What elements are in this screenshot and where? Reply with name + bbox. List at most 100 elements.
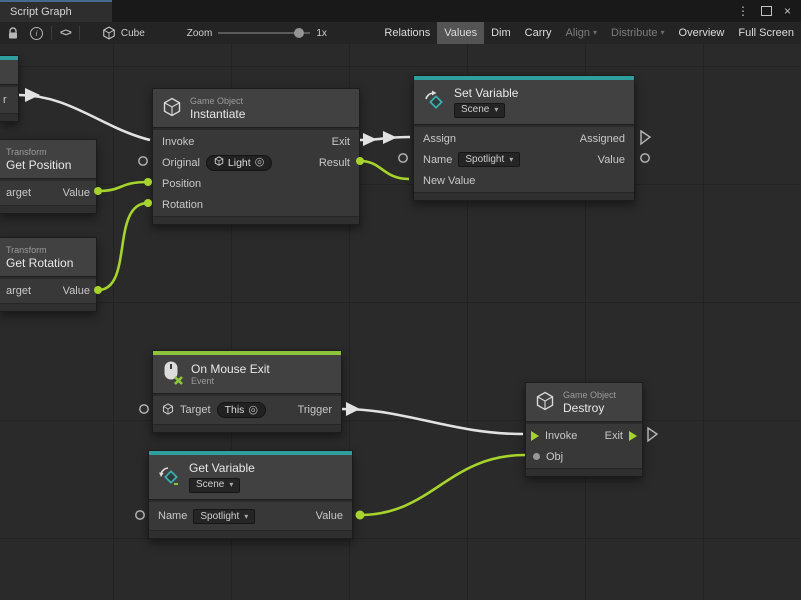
toolbar-button-fullscreen[interactable]: Full Screen [731, 22, 801, 44]
dropdown-value: Scene [196, 480, 224, 490]
node-title: Get Variable [189, 462, 255, 474]
wire-mouseexit-to-destroy[interactable] [342, 409, 523, 434]
wire-result-to-newvalue[interactable] [360, 161, 409, 179]
button-label: Dim [491, 22, 511, 44]
value-port-icon[interactable] [533, 453, 540, 460]
port-label-exit: Exit [605, 430, 623, 442]
tab-script-graph[interactable]: Script Graph [0, 0, 112, 22]
toolbar-button-relations[interactable]: Relations [377, 22, 437, 44]
node-destroy[interactable]: Game Object Destroy Invoke Exit Obj [525, 382, 643, 477]
toolbar-button-overview[interactable]: Overview [672, 22, 732, 44]
node-get-variable[interactable]: Get Variable Scene ▾ Name Spotlight ▾ Va… [148, 450, 353, 539]
toolbar-button-align[interactable]: Align ▾ [559, 22, 604, 44]
mouse-icon [162, 360, 183, 388]
variable-scope-dropdown[interactable]: Scene ▾ [189, 478, 240, 493]
port-label-value: Value [63, 285, 90, 297]
node-category: Game Object [190, 97, 245, 106]
toolbar-button-values[interactable]: Values [437, 22, 484, 44]
node-get-position[interactable]: Transform Get Position arget Value [0, 139, 97, 214]
port-setvariable-input[interactable] [399, 154, 407, 162]
toolbar-button-dim[interactable]: Dim [484, 22, 518, 44]
port-label-name: Name [423, 154, 452, 166]
wire-layer [0, 44, 801, 600]
node-footer [0, 205, 96, 213]
cube-icon [162, 403, 174, 418]
port-instantiate-original[interactable] [139, 157, 147, 165]
variable-name-dropdown[interactable]: Spotlight ▾ [193, 509, 255, 524]
port-destroy-exit[interactable] [648, 428, 657, 441]
port-label-target: Target [180, 404, 211, 416]
node-footer [153, 216, 359, 224]
node-on-mouse-exit[interactable]: On Mouse Exit Event Target This [152, 350, 342, 433]
object-field-this[interactable]: This ◎ [217, 402, 266, 418]
wire-getrotation-to-rotation[interactable] [98, 203, 148, 290]
flow-in-port-icon[interactable] [531, 431, 539, 441]
chevron-down-icon: ▾ [509, 155, 513, 164]
value-port-dot[interactable] [144, 178, 152, 186]
port-label-value: Value [598, 154, 625, 166]
graph-canvas[interactable]: r Transform Get Position arget Value [0, 44, 801, 600]
graph-object-label: Cube [121, 28, 145, 39]
value-port-dot[interactable] [356, 511, 365, 520]
port-label-invoke: Invoke [545, 430, 577, 442]
port-label-result: Result [319, 157, 350, 169]
wire-arrowhead [346, 402, 360, 416]
graph-toolbar: i <> Cube Zoom 1x Relations Values Dim [0, 22, 801, 45]
port-label-value: Value [63, 187, 90, 199]
zoom-slider[interactable] [218, 27, 310, 39]
node-fragment[interactable]: r [0, 55, 19, 122]
object-picker-icon[interactable]: ◎ [248, 405, 258, 416]
node-header: Set Variable Scene ▾ [414, 80, 634, 124]
window-controls: ⋮ × [737, 0, 801, 22]
node-instantiate[interactable]: Game Object Instantiate Invoke Exit Orig… [152, 88, 360, 225]
node-footer [0, 303, 96, 311]
node-header: Get Variable Scene ▾ [149, 455, 352, 499]
port-label-assigned: Assigned [580, 133, 625, 145]
dropdown-value: Scene [461, 105, 489, 115]
node-category: Transform [6, 148, 71, 157]
toolbar-button-carry[interactable]: Carry [518, 22, 559, 44]
info-icon[interactable]: i [30, 27, 43, 40]
node-get-rotation[interactable]: Transform Get Rotation arget Value [0, 237, 97, 312]
wire-instantiate-exit-to-setvariable[interactable] [360, 137, 410, 140]
node-category: Transform [6, 246, 73, 255]
node-title: Destroy [563, 402, 616, 414]
node-title: Instantiate [190, 108, 245, 120]
wire-getvariable-to-obj[interactable] [360, 455, 525, 515]
lock-icon[interactable] [7, 27, 19, 40]
wire-getposition-to-position[interactable] [98, 182, 148, 191]
port-setvariable-value[interactable] [641, 154, 649, 162]
game-object-icon [162, 97, 182, 120]
node-header: Game Object Instantiate [153, 89, 359, 127]
node-category: Game Object [563, 391, 616, 400]
object-picker-icon[interactable]: ◎ [255, 157, 265, 168]
object-field-light[interactable]: Light ◎ [206, 155, 272, 171]
dropdown-value: Spotlight [465, 154, 504, 165]
wire-flow-into-instantiate[interactable] [19, 95, 150, 140]
chevron-down-icon: ▾ [229, 481, 233, 489]
code-icon[interactable]: <> [60, 27, 71, 39]
variable-scope-dropdown[interactable]: Scene ▾ [454, 103, 505, 118]
button-label: Full Screen [738, 22, 794, 44]
zoom-slider-handle[interactable] [294, 28, 304, 38]
value-port-dot[interactable] [144, 199, 152, 207]
close-icon[interactable]: × [784, 4, 791, 18]
flow-out-port-icon[interactable] [629, 431, 637, 441]
cube-icon [102, 26, 116, 40]
port-setvariable-assigned[interactable] [641, 131, 650, 144]
get-variable-icon [158, 464, 181, 490]
port-label-value: Value [316, 510, 343, 522]
node-footer [149, 530, 352, 538]
wire-arrowhead [363, 133, 377, 146]
node-set-variable[interactable]: Set Variable Scene ▾ Assign Assigned Nam… [413, 75, 635, 201]
port-label-target: arget [6, 285, 31, 297]
port-label-invoke: Invoke [162, 136, 194, 148]
zoom-label: Zoom [187, 28, 213, 39]
dropdown-value: Spotlight [200, 511, 239, 522]
port-getvariable-name[interactable] [136, 511, 144, 519]
maximize-icon[interactable] [761, 6, 772, 16]
port-mouseexit-target[interactable] [140, 405, 148, 413]
variable-name-dropdown[interactable]: Spotlight ▾ [458, 152, 520, 167]
toolbar-button-distribute[interactable]: Distribute ▾ [604, 22, 671, 44]
kebab-menu-icon[interactable]: ⋮ [737, 4, 749, 18]
